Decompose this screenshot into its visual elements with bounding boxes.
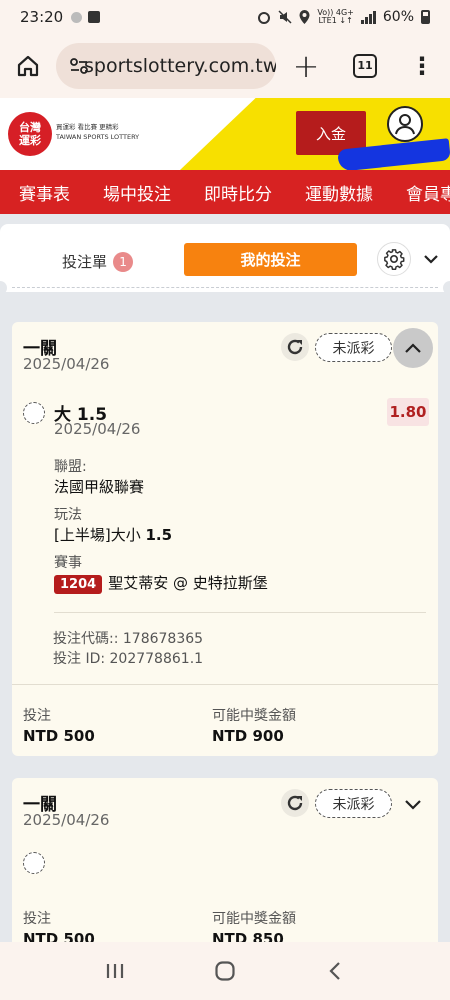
tab-count: 11 xyxy=(353,54,377,78)
tab-my-bets[interactable]: 我的投注 xyxy=(184,243,357,276)
battery-icon xyxy=(421,10,430,24)
user-account-button[interactable] xyxy=(387,106,423,142)
home-icon xyxy=(17,55,39,77)
league-value: 法國甲級聯賽 xyxy=(54,478,145,496)
back-button[interactable] xyxy=(315,956,355,986)
battery-level: 60% xyxy=(382,9,414,25)
settings-button[interactable] xyxy=(377,242,411,276)
gear-icon xyxy=(384,249,405,270)
nav-item-live-betting[interactable]: 場中投注 xyxy=(84,180,185,205)
stake-value: NTD 500 xyxy=(23,727,95,745)
market-label: 玩法 xyxy=(54,507,82,523)
bet-code: 投注代碼:: 178678365 xyxy=(53,631,204,647)
mute-icon xyxy=(278,10,292,24)
bet-panel: 投注單 1 我的投注 一關 2025/04/26 未派彩 大 1.5 2025/… xyxy=(0,214,450,942)
logo-tagline: 買運彩 看比賽 更精彩 TAIWAN SPORTS LOTTERY xyxy=(56,123,140,141)
market-value: [上半場]大小 1.5 xyxy=(54,526,173,544)
bet-date: 2025/04/26 xyxy=(23,355,110,373)
status-badge: 未派彩 xyxy=(315,789,392,818)
nav-item-schedule[interactable]: 賽事表 xyxy=(0,180,84,205)
browser-toolbar: sportslottery.com.tw + 11 ⋮ xyxy=(0,34,450,98)
system-nav-bar xyxy=(0,942,450,1000)
payout-value: NTD 900 xyxy=(212,727,284,745)
main-nav: 賽事表 場中投注 即時比分 運動數據 會員專 xyxy=(0,170,450,214)
odds-badge: 1.80 xyxy=(387,398,429,426)
status-bar: 23:20 Vo)) 4G+ LTE1 ↓↑ 60% xyxy=(0,0,450,34)
stake-value: NTD 500 xyxy=(23,930,95,942)
payout-value: NTD 850 xyxy=(212,930,284,942)
url-text[interactable]: sportslottery.com.tw xyxy=(84,55,276,77)
bet-id: 投注 ID: 202778861.1 xyxy=(53,651,204,667)
notification-icon xyxy=(88,11,101,23)
back-icon xyxy=(329,962,340,980)
location-icon xyxy=(299,10,310,24)
chevron-down-icon xyxy=(424,255,438,264)
event-value: 1204 聖艾蒂安 @ 史特拉斯堡 xyxy=(54,572,268,594)
nav-item-live-scores[interactable]: 即時比分 xyxy=(185,180,286,205)
stake-label: 投注 xyxy=(23,708,51,724)
divider xyxy=(12,684,438,685)
match-number-badge: 1204 xyxy=(54,575,103,594)
selection-radio[interactable] xyxy=(23,402,45,424)
selection-radio[interactable] xyxy=(23,852,45,874)
menu-button[interactable]: ⋮ xyxy=(394,52,450,80)
bet-card: 一關 2025/04/26 未派彩 大 1.5 2025/04/26 1.80 … xyxy=(12,322,438,756)
bet-card: 一關 2025/04/26 未派彩 投注 NTD 500 可能中獎金額 NTD … xyxy=(12,778,438,942)
payout-label: 可能中獎金額 xyxy=(212,911,296,927)
expand-button[interactable] xyxy=(399,790,427,818)
collapse-button[interactable] xyxy=(393,328,433,368)
refresh-button[interactable] xyxy=(281,789,309,817)
ticket-perforation xyxy=(0,278,450,298)
refresh-icon xyxy=(287,795,303,811)
site-logo[interactable]: 台灣 運彩 xyxy=(8,112,52,156)
chevron-down-icon xyxy=(405,799,421,810)
league-label: 聯盟: xyxy=(54,459,87,475)
tab-switcher-button[interactable]: 11 xyxy=(336,54,394,78)
refresh-icon xyxy=(287,339,303,355)
nav-item-member[interactable]: 會員專 xyxy=(387,180,450,205)
bet-slip-count-badge: 1 xyxy=(113,251,134,272)
user-icon xyxy=(395,114,415,135)
event-label: 賽事 xyxy=(54,555,82,571)
home-button[interactable] xyxy=(0,34,56,98)
bet-date: 2025/04/26 xyxy=(23,811,110,829)
new-tab-button[interactable]: + xyxy=(276,47,336,85)
stake-label: 投注 xyxy=(23,911,51,927)
payout-label: 可能中獎金額 xyxy=(212,708,296,724)
network-indicator: Vo)) 4G+ LTE1 ↓↑ xyxy=(317,8,354,25)
panel-toggle-button[interactable] xyxy=(421,249,441,269)
clock: 23:20 xyxy=(20,8,64,26)
bet-slip-label: 投注單 xyxy=(62,253,108,271)
refresh-button[interactable] xyxy=(281,333,309,361)
match-teams: 聖艾蒂安 @ 史特拉斯堡 xyxy=(108,574,268,592)
alarm-icon xyxy=(258,12,271,24)
divider xyxy=(54,612,426,613)
site-header: 台灣 運彩 買運彩 看比賽 更精彩 TAIWAN SPORTS LOTTERY 入… xyxy=(0,98,450,170)
recent-apps-button[interactable] xyxy=(95,956,135,986)
signal-icon xyxy=(360,10,376,24)
tab-bet-slip[interactable]: 投注單 1 xyxy=(62,251,134,272)
home-nav-button[interactable] xyxy=(205,956,245,986)
account-icon xyxy=(71,11,83,23)
nav-item-sports-data[interactable]: 運動數據 xyxy=(286,180,387,205)
status-badge: 未派彩 xyxy=(315,333,392,362)
selection-date: 2025/04/26 xyxy=(54,420,141,438)
address-bar[interactable]: sportslottery.com.tw xyxy=(56,43,276,89)
chevron-up-icon xyxy=(405,342,421,353)
recent-apps-icon xyxy=(106,964,124,978)
home-circle-icon xyxy=(215,961,235,981)
